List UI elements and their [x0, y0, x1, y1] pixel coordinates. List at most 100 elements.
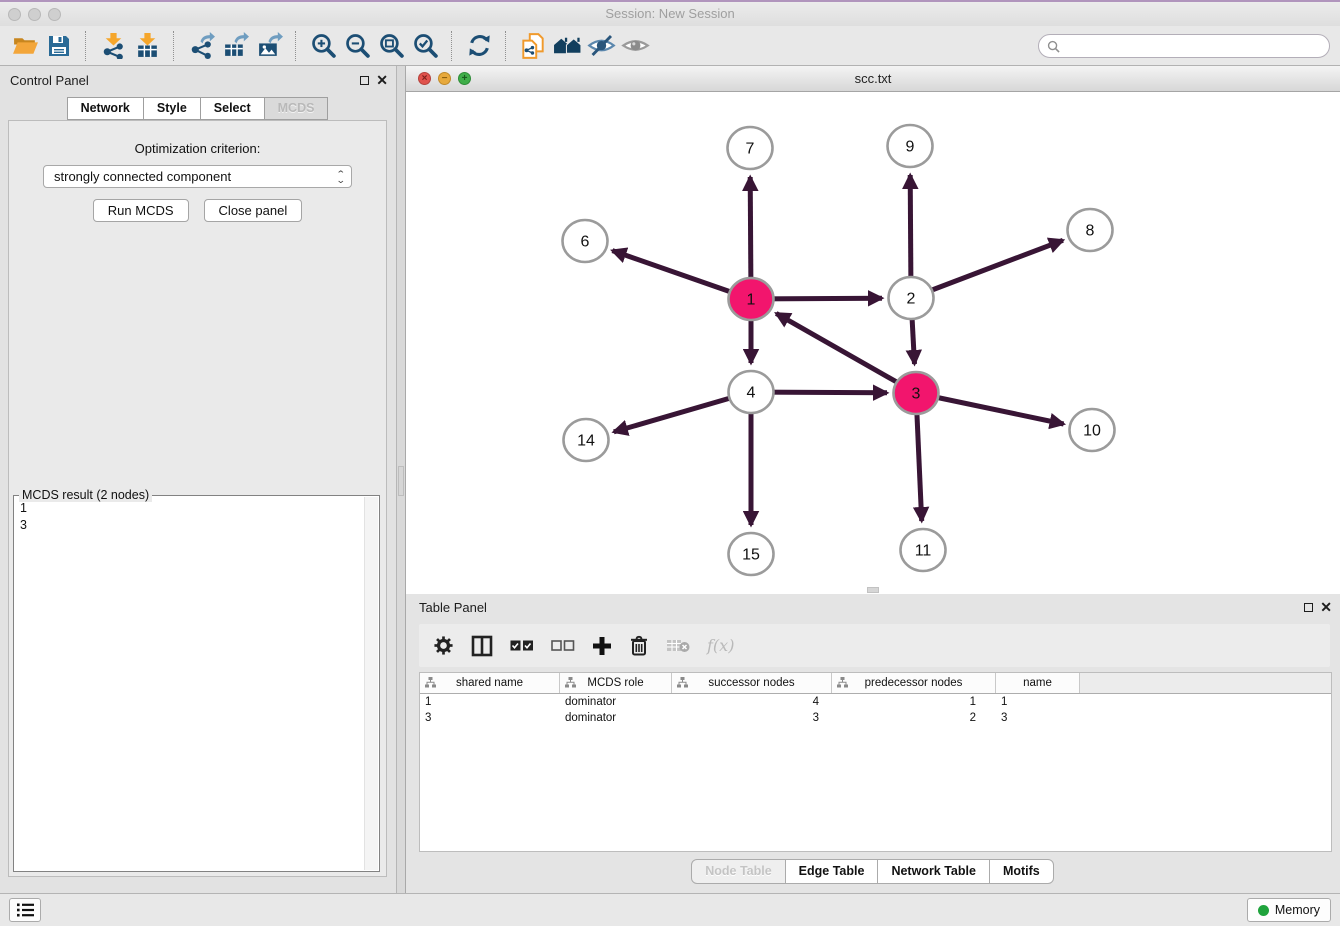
cell: 1 [996, 694, 1080, 710]
eye-button[interactable] [618, 30, 652, 62]
mcds-result-item[interactable]: 1 [20, 500, 363, 517]
graph-node-2[interactable]: 2 [889, 277, 934, 319]
tab-select[interactable]: Select [200, 97, 265, 120]
graph-node-15[interactable]: 15 [729, 533, 774, 575]
graph-node-11[interactable]: 11 [901, 529, 946, 571]
import-table-button[interactable] [130, 30, 164, 62]
export-table-button[interactable] [218, 30, 252, 62]
node-label: 11 [915, 543, 932, 560]
graph-node-7[interactable]: 7 [728, 127, 773, 169]
export-network-button[interactable] [184, 30, 218, 62]
zoom-selected-icon [412, 32, 439, 59]
cell: 2 [832, 710, 996, 726]
documents-share-button[interactable] [516, 30, 550, 62]
panel-splitter-grip[interactable] [398, 466, 404, 496]
task-history-button[interactable] [9, 898, 41, 922]
node-label: 8 [1086, 223, 1095, 240]
graph-node-14[interactable]: 14 [564, 419, 609, 461]
memory-button[interactable]: Memory [1247, 898, 1331, 922]
add-column-button[interactable] [592, 631, 612, 661]
save-floppy-icon [46, 33, 72, 59]
deselect-all-button[interactable] [551, 631, 575, 661]
zoom-out-button[interactable] [340, 30, 374, 62]
network-window-titlebar[interactable]: × − + scc.txt [406, 66, 1340, 92]
graph-node-9[interactable]: 9 [888, 125, 933, 167]
cell: 4 [672, 694, 832, 710]
select-all-button[interactable] [510, 631, 534, 661]
zoom-in-icon [310, 32, 337, 59]
graph-node-4[interactable]: 4 [729, 371, 774, 413]
run-mcds-button[interactable]: Run MCDS [93, 199, 189, 222]
graph-node-6[interactable]: 6 [563, 220, 608, 262]
delete-table-button[interactable] [666, 631, 690, 661]
node-label: 4 [747, 385, 756, 402]
double-house-button[interactable] [550, 30, 584, 62]
zoom-fit-button[interactable] [374, 30, 408, 62]
canvas-splitter-grip[interactable] [867, 587, 879, 593]
close-table-panel-icon[interactable]: ✕ [1320, 601, 1332, 613]
zoom-selected-button[interactable] [408, 30, 442, 62]
unchecked-boxes-icon [551, 640, 575, 652]
gear-icon [433, 635, 454, 656]
table-tabs: Node TableEdge TableNetwork TableMotifs [406, 859, 1340, 884]
search-input[interactable] [1065, 36, 1329, 56]
export-network-icon [188, 32, 215, 59]
graph-node-8[interactable]: 8 [1068, 209, 1113, 251]
network-canvas[interactable]: 1 2 3 4 6 7 8 9 10 11 14 15 [406, 92, 1340, 594]
mcds-result-list[interactable]: 13 [20, 500, 363, 534]
mcds-tab-content: Optimization criterion: strongly connect… [8, 120, 387, 877]
node-label: 6 [581, 234, 590, 251]
cell: dominator [560, 710, 672, 726]
search-box[interactable] [1038, 34, 1330, 58]
plus-icon [592, 636, 612, 656]
column-header-shared-name[interactable]: shared name [420, 673, 560, 693]
close-panel-button[interactable]: Close panel [204, 199, 303, 222]
application-window: Session: New Session [0, 0, 1340, 926]
control-panel-title: Control Panel [10, 66, 89, 96]
tab-network-table[interactable]: Network Table [877, 859, 990, 884]
float-table-panel-icon[interactable] [1304, 603, 1313, 612]
column-header-MCDS-role[interactable]: MCDS role [560, 673, 672, 693]
eye-slash-button[interactable] [584, 30, 618, 62]
tab-motifs[interactable]: Motifs [989, 859, 1054, 884]
tab-style[interactable]: Style [143, 97, 201, 120]
export-image-icon [256, 32, 283, 59]
table-settings-button[interactable] [433, 631, 454, 661]
mcds-result-item[interactable]: 3 [20, 517, 363, 534]
import-network-button[interactable] [96, 30, 130, 62]
graph-node-10[interactable]: 10 [1070, 409, 1115, 451]
show-columns-button[interactable] [471, 631, 493, 661]
toolbar-separator [505, 31, 507, 61]
table-row[interactable]: 1dominator411 [420, 694, 1331, 710]
result-scrollbar[interactable] [364, 497, 378, 870]
zoom-fit-icon [378, 32, 405, 59]
tab-network[interactable]: Network [67, 97, 144, 120]
function-builder-button[interactable]: f(x) [707, 636, 734, 655]
criterion-select[interactable]: strongly connected component ⌃⌄ [43, 165, 352, 188]
attribute-tree-icon [677, 677, 688, 688]
cell: 3 [420, 710, 560, 726]
column-header-predecessor-nodes[interactable]: predecessor nodes [832, 673, 996, 693]
close-panel-icon[interactable]: ✕ [376, 74, 388, 86]
import-table-icon [134, 32, 161, 59]
graph-edge-2-8[interactable] [911, 240, 1063, 298]
zoom-in-button[interactable] [306, 30, 340, 62]
column-header-successor-nodes[interactable]: successor nodes [672, 673, 832, 693]
save-button[interactable] [42, 30, 76, 62]
delete-table-icon [666, 638, 690, 653]
checked-boxes-icon [510, 640, 534, 652]
open-folder-button[interactable] [8, 30, 42, 62]
float-panel-icon[interactable] [360, 76, 369, 85]
column-header-name[interactable]: name [996, 673, 1080, 693]
graph-node-3[interactable]: 3 [894, 372, 939, 414]
delete-column-button[interactable] [629, 631, 649, 661]
mcds-result-box: MCDS result (2 nodes) 13 [13, 495, 380, 872]
graph-node-1[interactable]: 1 [729, 278, 774, 320]
table-row[interactable]: 3dominator323 [420, 710, 1331, 726]
tab-mcds[interactable]: MCDS [264, 97, 329, 120]
export-image-button[interactable] [252, 30, 286, 62]
graph-edge-3-1[interactable] [776, 313, 916, 393]
tab-node-table[interactable]: Node Table [691, 859, 785, 884]
refresh-button[interactable] [462, 30, 496, 62]
tab-edge-table[interactable]: Edge Table [785, 859, 879, 884]
